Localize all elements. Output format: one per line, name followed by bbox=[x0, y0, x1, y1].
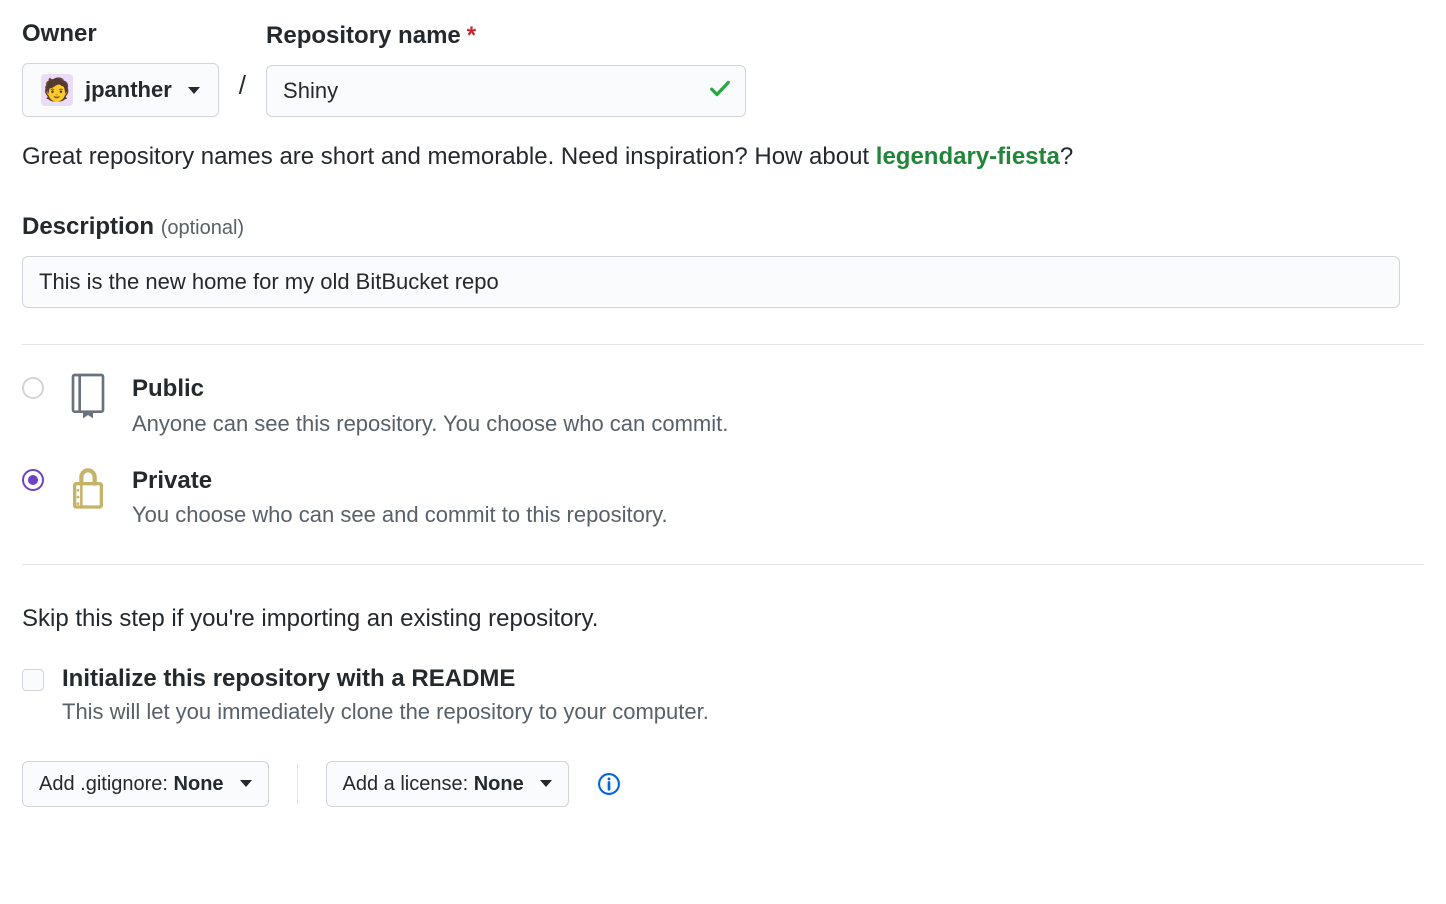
owner-label: Owner bbox=[22, 18, 219, 49]
skip-helper-text: Skip this step if you're importing an ex… bbox=[22, 605, 1424, 633]
owner-username: jpanther bbox=[85, 75, 172, 106]
readme-description: This will let you immediately clone the … bbox=[62, 699, 709, 725]
private-title: Private bbox=[132, 465, 668, 496]
private-description: You choose who can see and commit to thi… bbox=[132, 502, 668, 528]
path-separator: / bbox=[237, 63, 248, 117]
caret-down-icon bbox=[188, 87, 200, 94]
owner-column: Owner 🧑 jpanther bbox=[22, 18, 219, 117]
repo-name-input-wrap bbox=[266, 65, 746, 117]
private-radio[interactable] bbox=[22, 469, 44, 491]
description-label: Description (optional) bbox=[22, 211, 1424, 242]
check-icon bbox=[708, 77, 732, 106]
repo-name-label: Repository name* bbox=[266, 20, 746, 51]
owner-avatar: 🧑 bbox=[41, 74, 73, 106]
description-input[interactable] bbox=[22, 256, 1400, 308]
vertical-divider bbox=[297, 764, 298, 804]
visibility-option-public: Public Anyone can see this repository. Y… bbox=[22, 373, 1424, 436]
repo-name-helper: Great repository names are short and mem… bbox=[22, 139, 1424, 175]
info-icon[interactable] bbox=[597, 772, 621, 796]
repo-name-column: Repository name* bbox=[266, 20, 746, 117]
lock-icon bbox=[66, 463, 110, 511]
public-title: Public bbox=[132, 373, 728, 404]
caret-down-icon bbox=[240, 780, 252, 787]
visibility-option-private: Private You choose who can see and commi… bbox=[22, 465, 1424, 528]
suggestion-link[interactable]: legendary-fiesta bbox=[876, 143, 1060, 170]
owner-repo-row: Owner 🧑 jpanther / Repository name* bbox=[22, 18, 1424, 117]
new-repo-form: Owner 🧑 jpanther / Repository name* Grea… bbox=[0, 0, 1446, 847]
public-description: Anyone can see this repository. You choo… bbox=[132, 411, 728, 437]
public-radio[interactable] bbox=[22, 377, 44, 399]
description-section: Description (optional) bbox=[22, 211, 1424, 308]
repo-name-input[interactable] bbox=[266, 65, 746, 117]
gitignore-dropdown[interactable]: Add .gitignore: None bbox=[22, 761, 269, 807]
readme-checkbox[interactable] bbox=[22, 669, 44, 691]
license-dropdown[interactable]: Add a license: None bbox=[326, 761, 569, 807]
bottom-dropdowns-row: Add .gitignore: None Add a license: None bbox=[22, 761, 1424, 807]
required-asterisk: * bbox=[467, 22, 476, 49]
divider bbox=[22, 564, 1424, 565]
readme-title: Initialize this repository with a README bbox=[62, 665, 709, 693]
readme-option: Initialize this repository with a README… bbox=[22, 665, 1424, 725]
caret-down-icon bbox=[540, 780, 552, 787]
repo-icon bbox=[66, 371, 110, 419]
owner-select-button[interactable]: 🧑 jpanther bbox=[22, 63, 219, 117]
divider bbox=[22, 344, 1424, 345]
